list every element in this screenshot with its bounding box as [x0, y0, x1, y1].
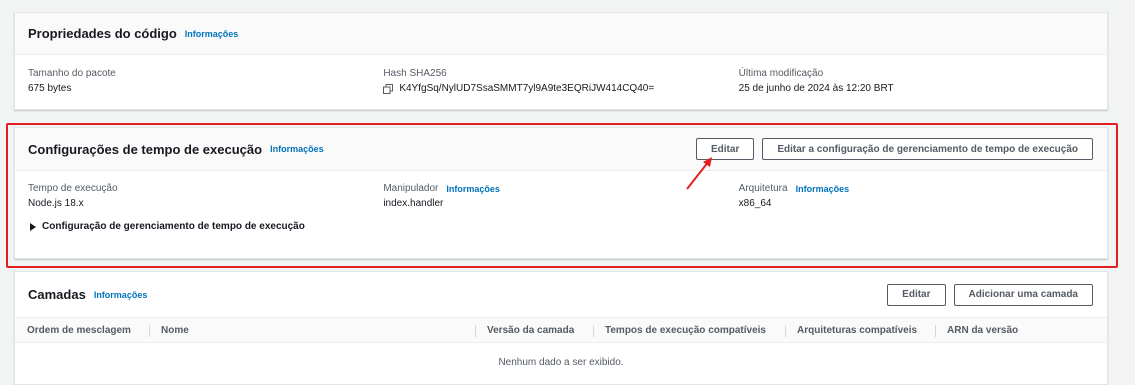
layers-empty-message: Nenhum dado a ser exibido.: [498, 357, 624, 368]
col-merge-order[interactable]: Ordem de mesclagem: [15, 318, 149, 342]
caret-right-icon: [30, 222, 36, 231]
runtime-management-expander[interactable]: Configuração de gerenciamento de tempo d…: [15, 209, 1107, 232]
layers-header: Camadas Informações Editar Adicionar uma…: [15, 272, 1107, 317]
last-modified-label: Última modificação: [738, 68, 824, 79]
hash-value: K4YfgSq/NylUD7SsaSMMT7yl9A9te3EQRiJW414C…: [399, 83, 655, 94]
code-properties-header: Propriedades do código Informações: [15, 13, 1107, 55]
code-properties-panel: Propriedades do código Informações Taman…: [14, 12, 1108, 110]
edit-layers-button[interactable]: Editar: [887, 283, 946, 306]
col-compatible-architectures[interactable]: Arquiteturas compatíveis: [785, 318, 935, 342]
hash-label: Hash SHA256: [383, 68, 447, 79]
page: Propriedades do código Informações Taman…: [0, 0, 1135, 385]
hash-field: Hash SHA256 K4YfgSq/NylUD7SsaSMMT7yl9A9t…: [383, 68, 738, 94]
last-modified-value: 25 de junho de 2024 às 12:20 BRT: [738, 83, 894, 94]
red-arrow-annotation: [686, 157, 712, 190]
code-properties-title: Propriedades do código: [28, 26, 177, 41]
runtime-label: Tempo de execução: [28, 183, 118, 194]
handler-value: index.handler: [383, 198, 444, 209]
package-size-value: 675 bytes: [28, 83, 72, 94]
code-properties-info-link[interactable]: Informações: [185, 29, 239, 39]
layers-panel: Camadas Informações Editar Adicionar uma…: [14, 271, 1108, 385]
runtime-settings-header: Configurações de tempo de execução Infor…: [15, 128, 1107, 171]
runtime-settings-title: Configurações de tempo de execução: [28, 141, 263, 157]
hash-value-row: K4YfgSq/NylUD7SsaSMMT7yl9A9te3EQRiJW414C…: [383, 83, 738, 94]
runtime-settings-panel: Configurações de tempo de execução Infor…: [14, 127, 1108, 259]
architecture-label-row: Arquitetura Informações: [739, 183, 1094, 194]
copy-icon[interactable]: [383, 83, 394, 94]
edit-runtime-management-button[interactable]: Editar a configuração de gerenciamento d…: [762, 138, 1093, 160]
col-layer-version[interactable]: Versão da camada: [475, 318, 593, 342]
col-compatible-runtimes[interactable]: Tempos de execução compatíveis: [593, 318, 785, 342]
package-size-field: Tamanho do pacote 675 bytes: [28, 68, 383, 94]
architecture-label: Arquitetura: [738, 183, 788, 194]
last-modified-field: Última modificação 25 de junho de 2024 à…: [739, 68, 1094, 94]
architecture-info-link[interactable]: Informações: [796, 184, 850, 194]
layers-table-header: Ordem de mesclagem Nome Versão da camada…: [15, 317, 1107, 343]
layers-info-link[interactable]: Informações: [94, 290, 148, 300]
layers-title: Camadas: [28, 287, 86, 302]
runtime-value: Node.js 18.x: [28, 198, 84, 209]
architecture-field: Arquitetura Informações x86_64: [739, 183, 1094, 209]
runtime-settings-info-link[interactable]: Informações: [270, 144, 324, 154]
handler-label: Manipulador: [383, 183, 439, 194]
code-properties-columns: Tamanho do pacote 675 bytes Hash SHA256 …: [15, 55, 1107, 94]
add-layer-button[interactable]: Adicionar uma camada: [953, 283, 1093, 306]
col-name[interactable]: Nome: [149, 318, 475, 342]
handler-info-link[interactable]: Informações: [446, 184, 500, 194]
runtime-settings-columns: Tempo de execução Node.js 18.x Manipulad…: [15, 171, 1107, 209]
runtime-field: Tempo de execução Node.js 18.x: [28, 183, 383, 209]
col-version-arn[interactable]: ARN da versão: [935, 318, 1107, 342]
runtime-management-expander-label: Configuração de gerenciamento de tempo d…: [42, 221, 305, 232]
architecture-value: x86_64: [738, 198, 772, 209]
package-size-label: Tamanho do pacote: [28, 68, 116, 79]
